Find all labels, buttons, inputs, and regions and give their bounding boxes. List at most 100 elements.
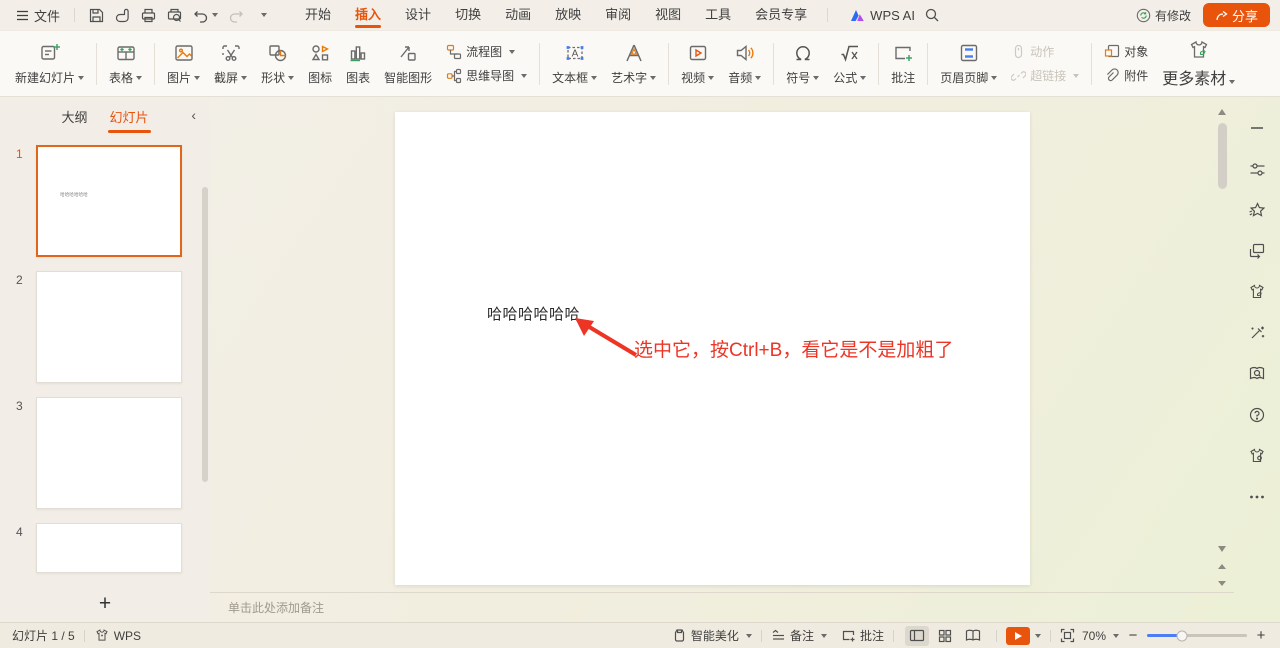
search-button[interactable] — [919, 3, 945, 27]
thumbnail[interactable] — [36, 523, 182, 573]
smartart-button[interactable]: 智能图形 — [377, 35, 439, 93]
formula-label: 公式 — [833, 69, 857, 86]
mindmap-button[interactable]: 思维导图 — [446, 67, 527, 84]
attachment-button[interactable]: 附件 — [1104, 67, 1148, 84]
scroll-down-button[interactable] — [1218, 546, 1226, 552]
tab-design[interactable]: 设计 — [393, 0, 443, 30]
output-button[interactable] — [109, 3, 135, 27]
quickbar-more-button[interactable] — [249, 3, 275, 27]
slide-sorter-view-button[interactable] — [933, 626, 957, 646]
table-button[interactable]: 表格 — [102, 35, 149, 93]
hide-panel-button[interactable] — [1246, 117, 1268, 139]
thumbnail[interactable]: 哈哈哈哈哈哈 — [36, 145, 182, 257]
flowchart-button[interactable]: 流程图 — [446, 43, 527, 60]
tab-transition[interactable]: 切换 — [443, 0, 493, 30]
file-menu-label: 文件 — [34, 6, 60, 25]
share-button[interactable]: 分享 — [1203, 3, 1270, 27]
normal-view-button[interactable] — [905, 626, 929, 646]
smart-beautify-button[interactable]: 智能美化 — [672, 627, 752, 644]
hyperlink-button[interactable]: 超链接 — [1011, 67, 1079, 84]
fit-window-icon[interactable] — [1060, 628, 1075, 643]
audio-button[interactable]: 音频 — [721, 35, 768, 93]
action-button[interactable]: 动作 — [1011, 43, 1079, 60]
shapes-button[interactable]: 形状 — [254, 35, 301, 93]
wps-ai-button[interactable]: WPS AI — [850, 8, 915, 23]
wps-ai-label: WPS AI — [870, 8, 915, 23]
redo-button[interactable] — [223, 3, 249, 27]
thumbnail[interactable] — [36, 271, 182, 383]
object-button[interactable]: 对象 — [1104, 43, 1148, 60]
tab-membership[interactable]: 会员专享 — [743, 0, 819, 30]
comment-icon — [891, 41, 915, 65]
mindmap-icon — [446, 68, 462, 84]
chevron-down-icon — [591, 76, 597, 80]
modified-status[interactable]: 有修改 — [1136, 7, 1191, 24]
wps-skin-button[interactable]: WPS — [94, 628, 141, 643]
thumbnail[interactable] — [36, 397, 182, 509]
save-button[interactable] — [83, 3, 109, 27]
panel-scrollbar[interactable] — [202, 187, 208, 482]
tab-slides[interactable]: 幻灯片 — [108, 103, 151, 130]
tab-insert[interactable]: 插入 — [343, 0, 393, 30]
find-resources-button[interactable] — [1246, 363, 1268, 385]
collapse-panel-button[interactable]: ‹ — [191, 107, 196, 123]
next-slide-button[interactable] — [1218, 580, 1226, 587]
comment-statusbar-button[interactable]: 批注 — [841, 627, 884, 644]
previous-slide-button[interactable] — [1218, 563, 1226, 570]
add-slide-button[interactable]: + — [85, 592, 125, 616]
scrollbar-thumb[interactable] — [1218, 123, 1227, 189]
help-button[interactable] — [1246, 404, 1268, 426]
wordart-button[interactable]: 艺术字 — [604, 35, 663, 93]
object-properties-button[interactable] — [1246, 158, 1268, 180]
slide-canvas[interactable]: 哈哈哈哈哈哈 选中它，按Ctrl+B，看它是不是加粗了 — [395, 112, 1030, 585]
notes-bar[interactable]: 单击此处添加备注 — [210, 592, 1234, 622]
zoom-slider-knob[interactable] — [1177, 630, 1188, 641]
skin-settings-button[interactable] — [1246, 445, 1268, 467]
notes-icon — [771, 629, 786, 642]
tab-outline[interactable]: 大纲 — [59, 103, 89, 130]
screenshot-button[interactable]: 截屏 — [207, 35, 254, 93]
scroll-up-button[interactable] — [1218, 109, 1226, 115]
tab-review[interactable]: 审阅 — [593, 0, 643, 30]
slide-text[interactable]: 哈哈哈哈哈哈 — [487, 303, 580, 324]
tab-home[interactable]: 开始 — [293, 0, 343, 30]
undo-button[interactable] — [187, 3, 223, 27]
tab-view[interactable]: 视图 — [643, 0, 693, 30]
more-dots-icon — [1249, 494, 1265, 500]
play-slideshow-button[interactable] — [1006, 627, 1030, 645]
header-footer-button[interactable]: 页眉页脚 — [933, 35, 1004, 93]
tab-slideshow[interactable]: 放映 — [543, 0, 593, 30]
smart-tools-button[interactable] — [1246, 322, 1268, 344]
transition-button[interactable] — [1246, 240, 1268, 262]
notes-button[interactable]: 备注 — [771, 627, 827, 644]
play-options-caret-icon[interactable] — [1035, 634, 1041, 638]
zoom-level-value: 70% — [1082, 629, 1106, 643]
reading-view-button[interactable] — [961, 626, 985, 646]
zoom-level-button[interactable]: 70% — [1082, 629, 1119, 643]
annotation-text: 选中它，按Ctrl+B，看它是不是加粗了 — [634, 335, 953, 362]
zoom-out-button[interactable]: − — [1126, 627, 1140, 644]
comment-button[interactable]: 批注 — [884, 35, 922, 93]
textbox-button[interactable]: A 文本框 — [545, 35, 604, 93]
chart-button[interactable]: 图表 — [339, 35, 377, 93]
comment-label: 批注 — [891, 69, 915, 86]
icon-library-icon — [308, 41, 332, 65]
zoom-in-button[interactable]: + — [1254, 627, 1268, 644]
icon-library-button[interactable]: 图标 — [301, 35, 339, 93]
video-button[interactable]: 视频 — [674, 35, 721, 93]
more-assets-button[interactable]: 更多素材 — [1155, 35, 1242, 93]
hamburger-icon — [16, 10, 29, 21]
print-preview-button[interactable] — [161, 3, 187, 27]
symbol-button[interactable]: 符号 — [779, 35, 826, 93]
new-slide-button[interactable]: 新建幻灯片 — [8, 35, 91, 93]
zoom-slider[interactable] — [1147, 634, 1247, 637]
effects-button[interactable] — [1246, 199, 1268, 221]
print-button[interactable] — [135, 3, 161, 27]
tab-animation[interactable]: 动画 — [493, 0, 543, 30]
more-tools-button[interactable] — [1246, 486, 1268, 508]
file-menu-button[interactable]: 文件 — [10, 3, 66, 27]
tab-tools[interactable]: 工具 — [693, 0, 743, 30]
formula-button[interactable]: 公式 — [826, 35, 873, 93]
picture-button[interactable]: 图片 — [160, 35, 207, 93]
assets-button[interactable] — [1246, 281, 1268, 303]
